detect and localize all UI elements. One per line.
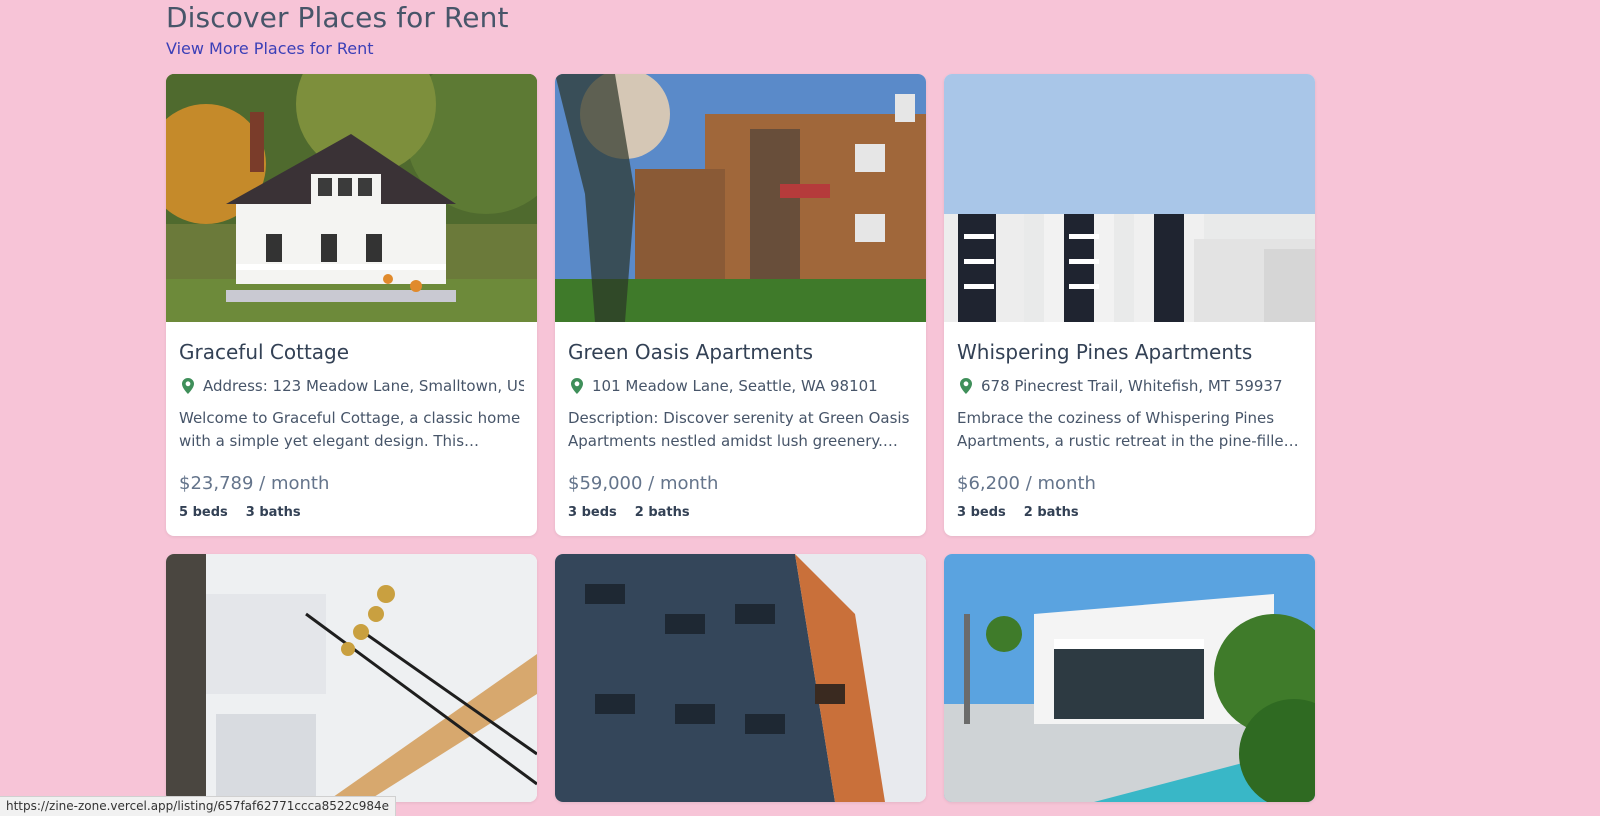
listing-beds: 3 beds <box>957 505 1006 520</box>
listing-features: 3 beds 2 baths <box>957 504 1302 522</box>
listing-card[interactable] <box>166 554 537 802</box>
listing-beds: 5 beds <box>179 505 228 520</box>
listing-card[interactable] <box>944 554 1315 802</box>
listing-card[interactable]: Whispering Pines Apartments 678 Pinecres… <box>944 74 1315 536</box>
listing-description: Description: Discover serenity at Green … <box>568 409 910 450</box>
listing-image[interactable] <box>166 74 537 322</box>
listing-card[interactable]: Graceful Cottage Address: 123 Meadow Lan… <box>166 74 537 536</box>
listing-baths: 2 baths <box>634 505 690 520</box>
listing-card[interactable] <box>555 554 926 802</box>
listing-address-text: 678 Pinecrest Trail, Whitefish, MT 59937 <box>981 377 1283 395</box>
location-pin-icon <box>571 378 583 394</box>
listing-image[interactable] <box>944 554 1315 802</box>
listing-address-text: 101 Meadow Lane, Seattle, WA 98101 <box>592 377 878 395</box>
link-status-bar: https://zine-zone.vercel.app/listing/657… <box>0 796 396 816</box>
listing-beds: 3 beds <box>568 505 617 520</box>
listing-title[interactable]: Whispering Pines Apartments <box>957 338 1302 366</box>
listing-features: 3 beds 2 baths <box>568 504 913 522</box>
location-pin-icon <box>182 378 194 394</box>
listing-title[interactable]: Green Oasis Apartments <box>568 338 913 366</box>
view-more-link[interactable]: View More Places for Rent <box>166 38 374 60</box>
listing-description: Embrace the coziness of Whispering Pines… <box>957 409 1294 450</box>
listing-price: $59,000 / month <box>568 473 719 494</box>
listing-image[interactable] <box>166 554 537 802</box>
listing-price: $23,789 / month <box>179 473 330 494</box>
listing-image[interactable] <box>555 554 926 802</box>
listing-address: 678 Pinecrest Trail, Whitefish, MT 59937 <box>957 376 1302 396</box>
listing-baths: 3 baths <box>245 505 301 520</box>
rent-section: Discover Places for Rent View More Place… <box>166 0 1316 802</box>
listing-address-text: Address: 123 Meadow Lane, Smalltown, USA <box>203 377 524 395</box>
section-title: Discover Places for Rent <box>166 1 509 34</box>
listing-title[interactable]: Graceful Cottage <box>179 338 524 366</box>
listing-features: 5 beds 3 baths <box>179 504 524 522</box>
listing-address: Address: 123 Meadow Lane, Smalltown, USA <box>179 376 524 396</box>
listing-price: $6,200 / month <box>957 473 1096 494</box>
location-pin-icon <box>960 378 972 394</box>
listing-image[interactable] <box>944 74 1315 322</box>
listing-baths: 2 baths <box>1023 505 1079 520</box>
listing-description: Welcome to Graceful Cottage, a classic h… <box>179 409 521 450</box>
listing-image[interactable] <box>555 74 926 322</box>
listing-address: 101 Meadow Lane, Seattle, WA 98101 <box>568 376 913 396</box>
listings-grid: Graceful Cottage Address: 123 Meadow Lan… <box>166 74 1315 802</box>
listing-card[interactable]: Green Oasis Apartments 101 Meadow Lane, … <box>555 74 926 536</box>
